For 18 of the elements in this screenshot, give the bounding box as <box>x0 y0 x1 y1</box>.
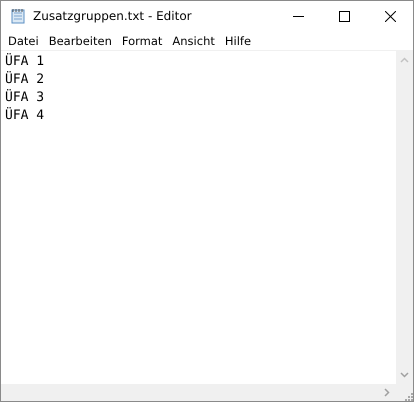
maximize-icon[interactable] <box>338 10 350 22</box>
text-area[interactable]: ÜFA 1 ÜFA 2 ÜFA 3 ÜFA 4 <box>1 51 396 384</box>
resize-grip-icon[interactable] <box>404 392 413 401</box>
notepad-icon <box>10 8 26 24</box>
menu-item[interactable]: Bearbeiten <box>44 34 118 48</box>
close-icon[interactable] <box>384 10 396 22</box>
scroll-right-icon[interactable] <box>384 388 390 397</box>
menu-item[interactable]: Datei <box>4 34 45 48</box>
text-line: ÜFA 3 <box>5 89 44 107</box>
text-line: ÜFA 1 <box>5 53 44 71</box>
text-line: ÜFA 2 <box>5 71 44 89</box>
scroll-down-icon[interactable] <box>400 372 409 378</box>
text-line: ÜFA 4 <box>5 107 44 125</box>
window-title: Zusatzgruppen.txt - Editor <box>33 9 193 23</box>
menu-item[interactable]: Ansicht <box>168 34 221 48</box>
menu-item[interactable]: Format <box>118 34 168 48</box>
menu-item[interactable]: Hilfe <box>220 34 258 48</box>
scroll-up-icon[interactable] <box>400 57 409 63</box>
